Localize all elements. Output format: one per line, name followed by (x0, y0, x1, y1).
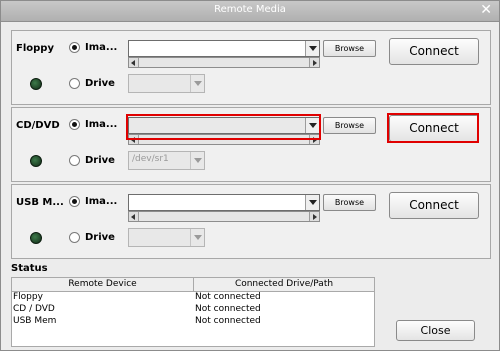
usb-label: USB M... (16, 197, 64, 208)
usb-image-label: Ima... (85, 196, 118, 207)
usb-drive-label: Drive (85, 232, 115, 243)
cddvd-drive-value: /dev/sr1 (132, 154, 169, 164)
floppy-drive-label: Drive (85, 78, 115, 89)
floppy-drive-radio[interactable]: Drive (69, 78, 115, 89)
scroll-right-icon[interactable] (309, 212, 319, 221)
radio-selected-icon (69, 42, 80, 53)
floppy-connect-button[interactable]: Connect (389, 38, 479, 65)
status-heading: Status (11, 263, 48, 274)
floppy-path-scrollbar[interactable] (128, 57, 320, 68)
scroll-right-icon[interactable] (309, 58, 319, 67)
floppy-image-path-combo[interactable] (128, 40, 320, 57)
status-table: Remote Device Connected Drive/Path Flopp… (11, 277, 375, 347)
usb-connect-button[interactable]: Connect (389, 192, 479, 219)
floppy-image-radio[interactable]: Ima... (69, 42, 117, 53)
cddvd-drive-combo[interactable]: /dev/sr1 (128, 151, 205, 170)
floppy-browse-button[interactable]: Browse (323, 40, 376, 57)
scroll-left-icon[interactable] (129, 212, 139, 221)
column-header-remote-device[interactable]: Remote Device (12, 278, 194, 292)
usb-path-scrollbar[interactable] (128, 211, 320, 222)
cddvd-image-radio[interactable]: Ima... (69, 119, 117, 130)
radio-unselected-icon (69, 232, 80, 243)
table-row-path: Not connected (195, 292, 261, 302)
column-header-connected-path[interactable]: Connected Drive/Path (194, 278, 374, 292)
usb-section: USB M... Ima... Browse Connect Drive (11, 184, 491, 259)
floppy-label: Floppy (16, 43, 54, 54)
scroll-left-icon[interactable] (129, 58, 139, 67)
table-row-path: Not connected (195, 304, 261, 314)
floppy-drive-combo[interactable] (128, 74, 205, 93)
chevron-down-icon[interactable] (190, 229, 204, 246)
table-row-device: Floppy (13, 292, 43, 302)
close-button[interactable]: Close (396, 320, 475, 341)
remote-media-dialog: Remote Media ✕ Floppy Ima... Browse Conn… (0, 0, 500, 351)
cddvd-status-led-icon (30, 155, 42, 167)
floppy-status-led-icon (30, 78, 42, 90)
chevron-down-icon[interactable] (190, 75, 204, 92)
usb-image-radio[interactable]: Ima... (69, 196, 117, 207)
chevron-down-icon[interactable] (305, 195, 319, 210)
chevron-down-icon[interactable] (305, 41, 319, 56)
cddvd-image-path-highlight (126, 114, 321, 140)
usb-status-led-icon (30, 232, 42, 244)
usb-drive-radio[interactable]: Drive (69, 232, 115, 243)
window-title: Remote Media (214, 4, 286, 15)
window-close-icon[interactable]: ✕ (480, 2, 492, 18)
radio-selected-icon (69, 119, 80, 130)
cddvd-drive-radio[interactable]: Drive (69, 155, 115, 166)
table-row-device: CD / DVD (13, 304, 55, 314)
radio-unselected-icon (69, 155, 80, 166)
usb-browse-button[interactable]: Browse (323, 194, 376, 211)
floppy-section: Floppy Ima... Browse Connect Drive (11, 30, 491, 105)
title-bar[interactable]: Remote Media ✕ (1, 1, 499, 22)
cddvd-section: CD/DVD Ima... Browse Connect Drive /dev/… (11, 107, 491, 182)
cddvd-connect-highlight (387, 113, 479, 143)
cddvd-image-label: Ima... (85, 119, 118, 130)
chevron-down-icon[interactable] (190, 152, 204, 169)
cddvd-browse-button[interactable]: Browse (323, 117, 376, 134)
cddvd-label: CD/DVD (16, 120, 60, 131)
usb-drive-combo[interactable] (128, 228, 205, 247)
cddvd-drive-label: Drive (85, 155, 115, 166)
usb-image-path-combo[interactable] (128, 194, 320, 211)
table-row-path: Not connected (195, 316, 261, 326)
floppy-image-label: Ima... (85, 42, 118, 53)
radio-unselected-icon (69, 78, 80, 89)
radio-selected-icon (69, 196, 80, 207)
table-row-device: USB Mem (13, 316, 57, 326)
